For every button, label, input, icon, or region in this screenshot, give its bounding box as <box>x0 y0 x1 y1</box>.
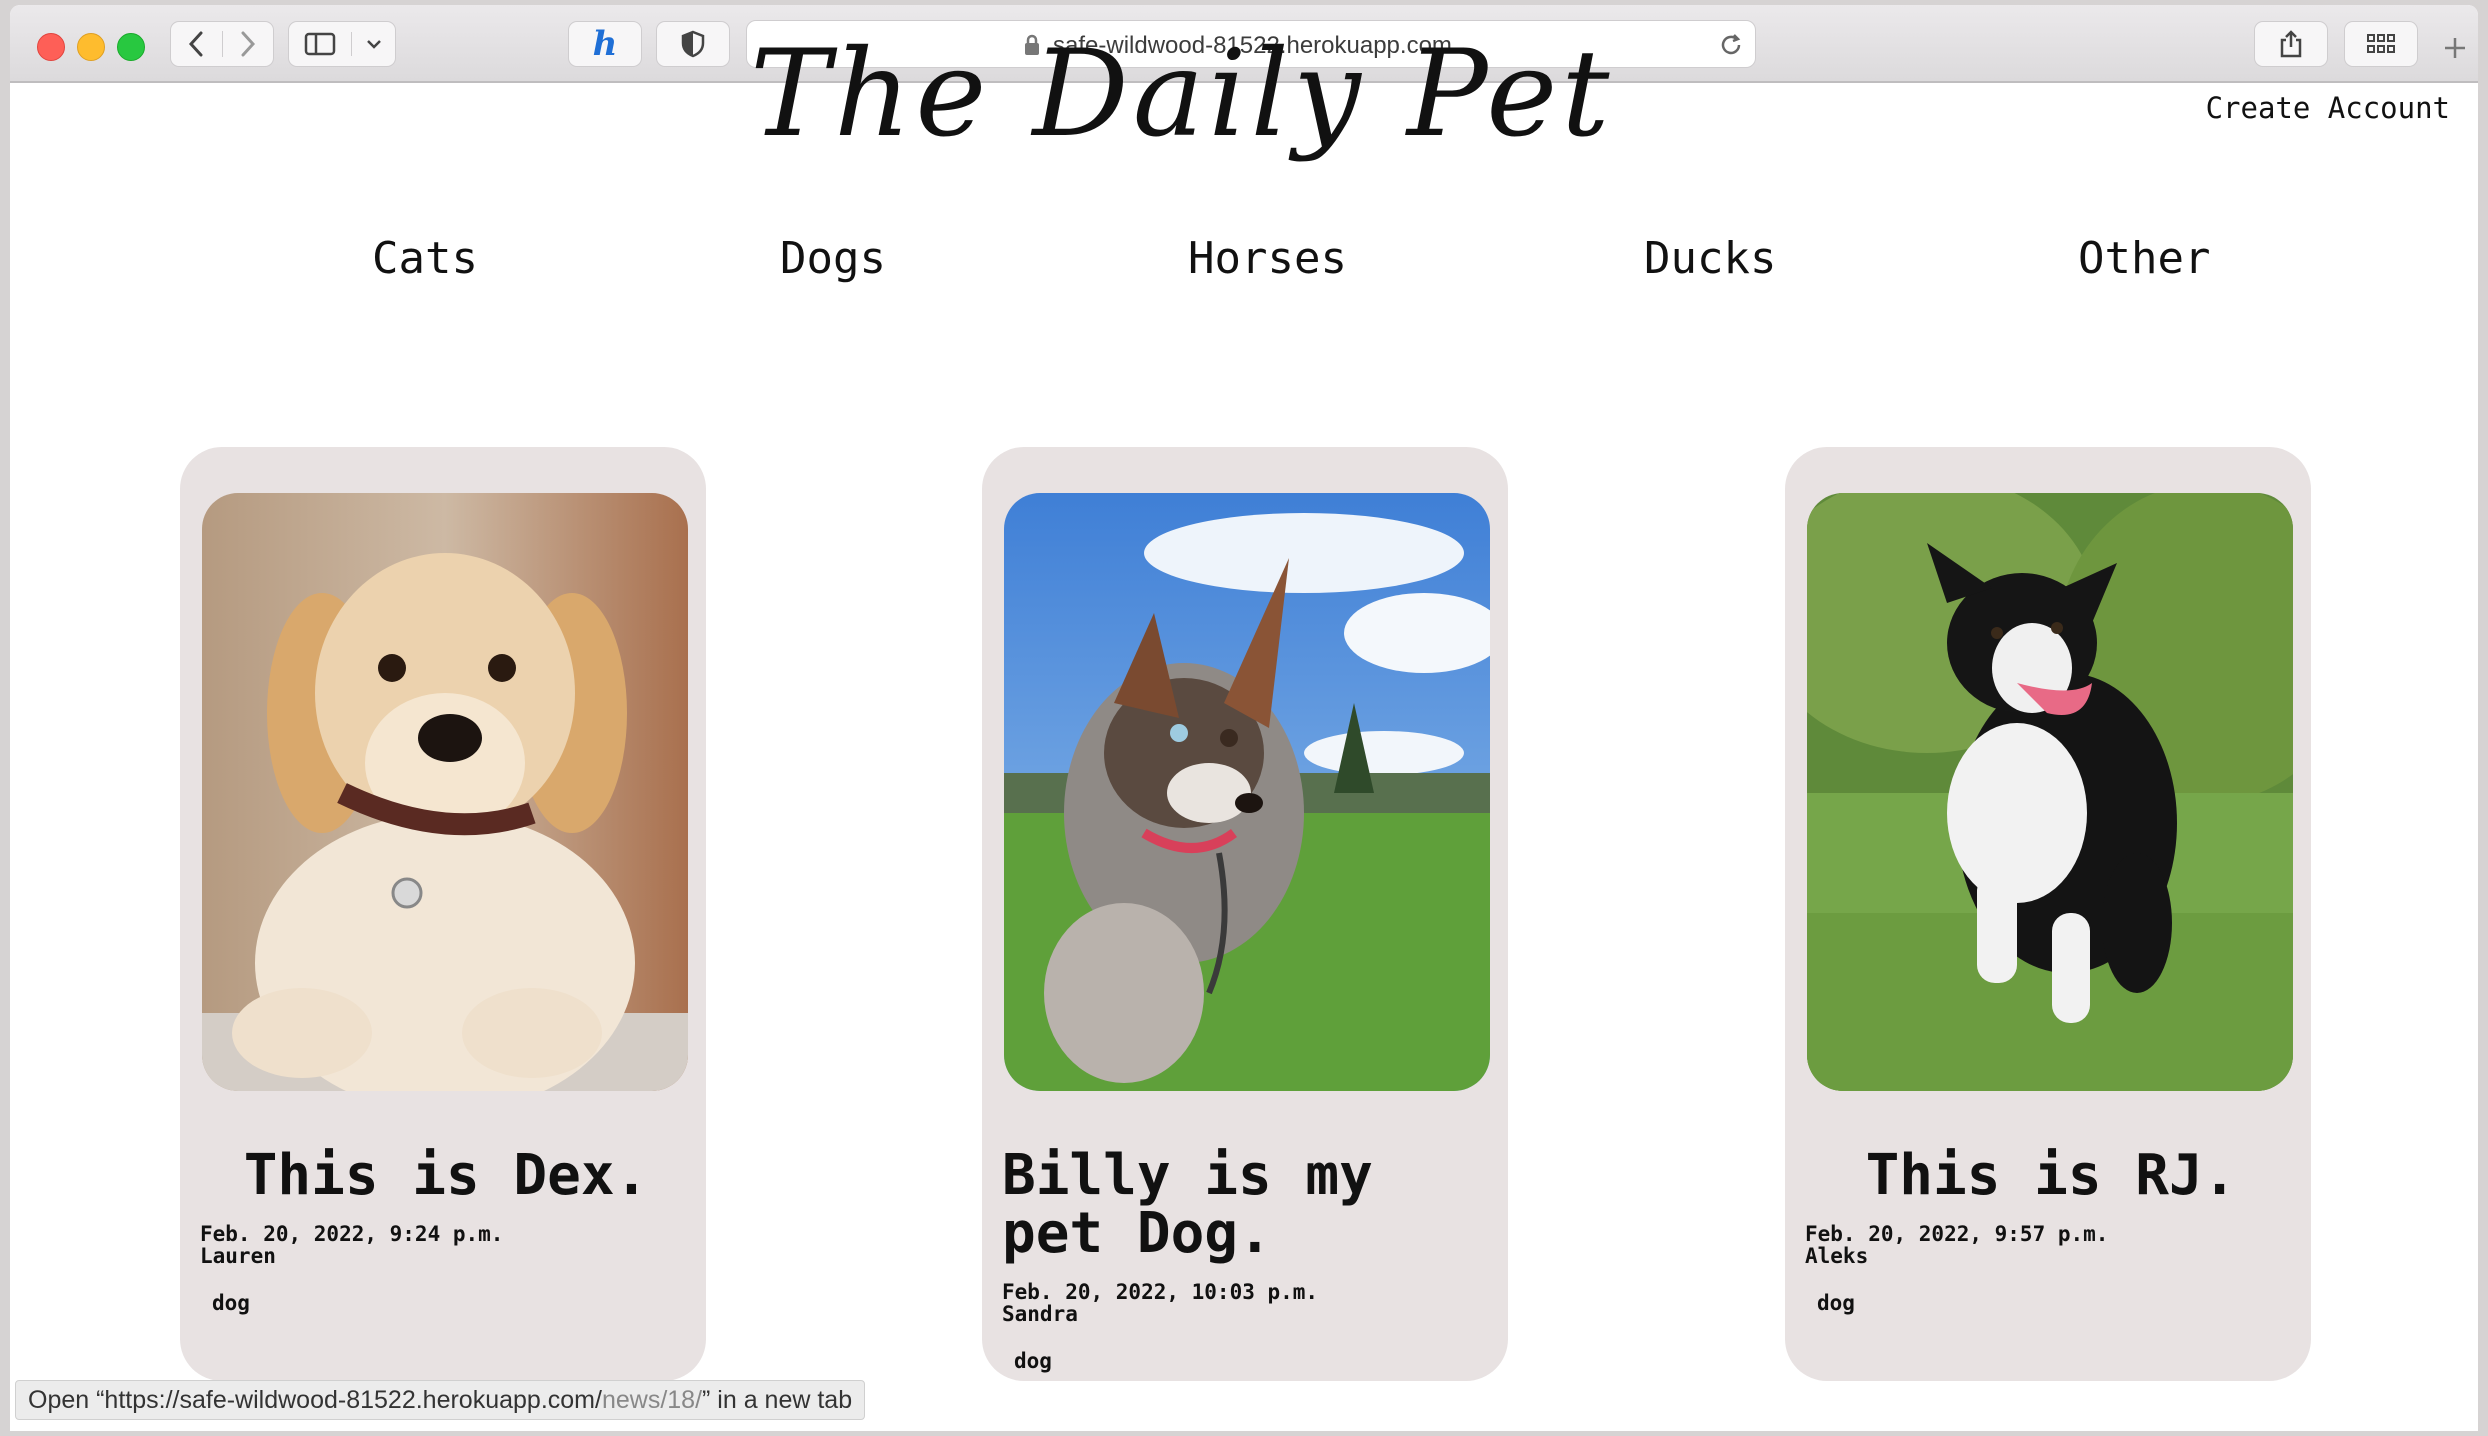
share-icon <box>2280 30 2302 58</box>
card-tag[interactable]: dog <box>212 1291 250 1315</box>
honey-extension-button[interactable]: h <box>568 21 642 67</box>
card-title[interactable]: Billy is my pet Dog. <box>1002 1147 1494 1263</box>
shield-icon <box>681 30 705 58</box>
tab-overview-button[interactable] <box>2344 21 2418 67</box>
share-button[interactable] <box>2254 21 2328 67</box>
card-date: Feb. 20, 2022, 9:57 p.m. <box>1805 1222 2109 1246</box>
golden-retriever-puppy-photo[interactable] <box>202 493 688 1091</box>
forward-icon[interactable] <box>223 31 274 57</box>
create-account-link[interactable]: Create Account <box>2206 91 2450 125</box>
nav-other[interactable]: Other <box>2078 233 2210 284</box>
news-card[interactable]: This is RJ. Feb. 20, 2022, 9:57 p.m. Ale… <box>1785 447 2311 1381</box>
browser-window: h safe-wildwood-81522.herokuapp.com The … <box>10 5 2478 1431</box>
grid-icon <box>2367 34 2395 53</box>
zoom-window-button[interactable] <box>117 33 145 61</box>
status-prefix: Open “https://safe-wildwood-81522.heroku… <box>28 1386 602 1414</box>
news-card[interactable]: Billy is my pet Dog. Feb. 20, 2022, 10:0… <box>982 447 1508 1381</box>
status-path: news/18/ <box>601 1386 703 1414</box>
merle-puppy-on-grass-photo[interactable] <box>1004 493 1490 1091</box>
news-card[interactable]: This is Dex. Feb. 20, 2022, 9:24 p.m. La… <box>180 447 706 1381</box>
reload-icon[interactable] <box>1717 31 1745 59</box>
card-author: Aleks <box>1805 1244 1869 1268</box>
honey-icon: h <box>592 24 618 64</box>
minimize-window-button[interactable] <box>77 33 105 61</box>
sidebar-icon <box>289 32 353 56</box>
card-date: Feb. 20, 2022, 10:03 p.m. <box>1002 1280 1319 1304</box>
new-tab-button[interactable] <box>2432 25 2478 71</box>
nav-ducks[interactable]: Ducks <box>1644 233 1776 284</box>
link-status-tooltip: Open “https://safe-wildwood-81522.heroku… <box>15 1380 866 1420</box>
border-collie-running-photo[interactable] <box>1807 493 2293 1091</box>
card-title[interactable]: This is RJ. <box>1805 1147 2297 1205</box>
card-tag[interactable]: dog <box>1014 1349 1052 1373</box>
chevron-down-icon <box>352 39 395 49</box>
card-author: Sandra <box>1002 1302 1078 1326</box>
nav-cats[interactable]: Cats <box>372 233 478 284</box>
card-author: Lauren <box>200 1244 276 1268</box>
sidebar-toggle[interactable] <box>288 21 396 67</box>
status-suffix: ” in a new tab <box>702 1386 853 1414</box>
plus-icon <box>2445 38 2465 58</box>
card-date: Feb. 20, 2022, 9:24 p.m. <box>200 1222 504 1246</box>
back-forward-buttons <box>170 21 274 67</box>
card-tag[interactable]: dog <box>1817 1291 1855 1315</box>
site-logo[interactable]: The Daily Pet <box>750 25 1614 164</box>
privacy-report-button[interactable] <box>656 21 730 67</box>
back-icon[interactable] <box>171 31 223 57</box>
nav-horses[interactable]: Horses <box>1188 233 1347 284</box>
card-title[interactable]: This is Dex. <box>200 1147 692 1205</box>
close-window-button[interactable] <box>37 33 65 61</box>
page-content: The Daily Pet Create Account Cats Dogs H… <box>10 25 2478 1431</box>
nav-dogs[interactable]: Dogs <box>780 233 886 284</box>
